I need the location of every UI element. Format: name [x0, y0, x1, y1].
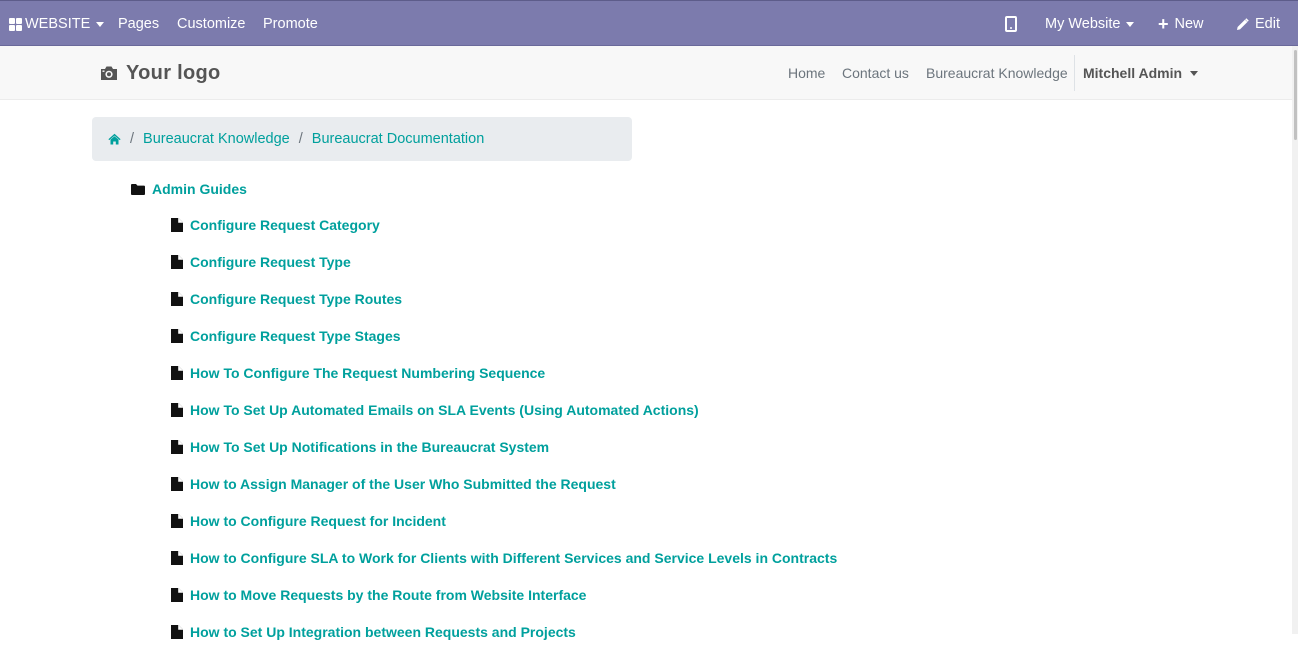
document-link[interactable]: How to Configure SLA to Work for Clients… [190, 548, 837, 569]
pencil-icon [1236, 17, 1249, 31]
document-link[interactable]: How To Configure The Request Numbering S… [190, 363, 545, 384]
file-icon [171, 255, 183, 269]
document-link[interactable]: How to Move Requests by the Route from W… [190, 585, 586, 606]
mobile-icon [1005, 16, 1017, 32]
chevron-down-icon [1190, 70, 1199, 76]
chevron-down-icon [96, 21, 105, 27]
file-icon [171, 551, 183, 565]
document-link[interactable]: How to Assign Manager of the User Who Su… [190, 474, 616, 495]
list-item[interactable]: Configure Request Type Routes [171, 289, 837, 326]
file-icon [171, 588, 183, 602]
list-item[interactable]: How to Configure SLA to Work for Clients… [171, 548, 837, 585]
new-label: New [1174, 16, 1204, 32]
list-item[interactable]: Configure Request Type [171, 252, 837, 289]
document-link[interactable]: How to Set Up Integration between Reques… [190, 622, 576, 643]
chevron-down-icon [1126, 21, 1135, 27]
list-item[interactable]: How to Move Requests by the Route from W… [171, 585, 837, 622]
folder-icon [131, 183, 145, 195]
website-menu-label: WEBSITE [25, 16, 91, 32]
camera-icon [100, 65, 118, 81]
list-item[interactable]: How To Configure The Request Numbering S… [171, 363, 837, 400]
breadcrumb-separator: / [130, 131, 135, 147]
document-link[interactable]: Configure Request Category [190, 215, 380, 236]
list-item[interactable]: How to Set Up Integration between Reques… [171, 622, 837, 659]
nav-divider [1074, 55, 1075, 91]
scrollbar-thumb[interactable] [1294, 50, 1297, 140]
breadcrumb-bureaucrat-knowledge[interactable]: Bureaucrat Knowledge [143, 131, 290, 147]
list-item[interactable]: Configure Request Type Stages [171, 326, 837, 363]
file-icon [171, 403, 183, 417]
document-list: Configure Request Category Configure Requ… [171, 215, 837, 659]
edit-label: Edit [1255, 16, 1280, 32]
site-header: Your logo Home Contact us Bureaucrat Kno… [0, 46, 1298, 100]
list-item[interactable]: How To Set Up Automated Emails on SLA Ev… [171, 400, 837, 437]
document-link[interactable]: Configure Request Type Stages [190, 326, 401, 347]
document-link[interactable]: Configure Request Type [190, 252, 351, 273]
my-website-switcher[interactable]: My Website [1045, 1, 1135, 47]
folder-admin-guides[interactable]: Admin Guides [131, 178, 247, 200]
user-name: Mitchell Admin [1083, 65, 1183, 81]
plus-icon: + [1158, 14, 1169, 34]
user-menu[interactable]: Mitchell Admin [1083, 46, 1199, 100]
file-icon [171, 514, 183, 528]
file-icon [171, 366, 183, 380]
document-link[interactable]: How To Set Up Automated Emails on SLA Ev… [190, 400, 699, 421]
customize-menu[interactable]: Customize [177, 1, 246, 47]
my-website-label: My Website [1045, 16, 1121, 32]
document-link[interactable]: How To Set Up Notifications in the Burea… [190, 437, 549, 458]
pages-menu[interactable]: Pages [118, 1, 159, 47]
list-item[interactable]: How to Configure Request for Incident [171, 511, 837, 548]
file-icon [171, 625, 183, 639]
admin-navbar: WEBSITE Pages Customize Promote My Websi… [0, 0, 1298, 46]
folder-label: Admin Guides [152, 181, 247, 197]
website-apps-menu[interactable]: WEBSITE [9, 1, 105, 47]
promote-menu[interactable]: Promote [263, 1, 318, 47]
file-icon [171, 440, 183, 454]
nav-contact-us[interactable]: Contact us [842, 46, 909, 100]
site-logo[interactable]: Your logo [100, 46, 221, 100]
breadcrumb-bureaucrat-documentation[interactable]: Bureaucrat Documentation [312, 131, 485, 147]
list-item[interactable]: How to Assign Manager of the User Who Su… [171, 474, 837, 511]
nav-home[interactable]: Home [788, 46, 825, 100]
file-icon [171, 329, 183, 343]
new-content-button[interactable]: + New [1158, 1, 1204, 47]
home-icon[interactable] [108, 133, 121, 145]
nav-bureaucrat-knowledge[interactable]: Bureaucrat Knowledge [926, 46, 1068, 100]
file-icon [171, 292, 183, 306]
list-item[interactable]: How To Set Up Notifications in the Burea… [171, 437, 837, 474]
file-icon [171, 218, 183, 232]
file-icon [171, 477, 183, 491]
list-item[interactable]: Configure Request Category [171, 215, 837, 252]
mobile-preview-button[interactable] [1005, 1, 1017, 47]
edit-button[interactable]: Edit [1236, 1, 1280, 47]
document-link[interactable]: Configure Request Type Routes [190, 289, 402, 310]
document-link[interactable]: How to Configure Request for Incident [190, 511, 446, 532]
apps-grid-icon [9, 17, 22, 31]
logo-text: Your logo [126, 61, 221, 84]
breadcrumb: / Bureaucrat Knowledge / Bureaucrat Docu… [92, 117, 632, 161]
breadcrumb-separator: / [298, 131, 303, 147]
